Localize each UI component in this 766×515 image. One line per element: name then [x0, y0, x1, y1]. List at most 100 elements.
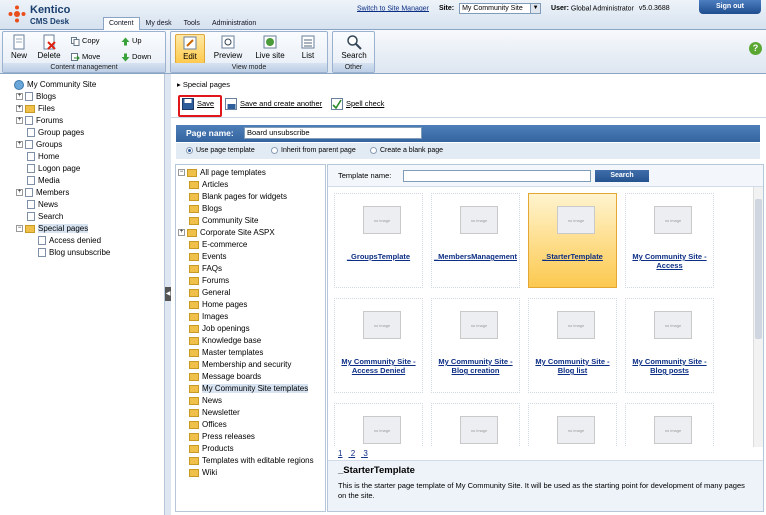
tree-item-blog-unsubscribe[interactable]: Blog unsubscribe — [38, 247, 110, 259]
category-item[interactable]: Community Site — [189, 215, 258, 227]
copy-button[interactable]: Copy — [71, 35, 100, 46]
template-name[interactable]: My Community Site - Access Denied — [335, 357, 422, 375]
template-tile[interactable]: no image My Community Site - Blog list — [528, 298, 617, 393]
page-link-2[interactable]: 2 — [351, 449, 355, 458]
spell-check-button[interactable]: Spell check — [331, 98, 384, 110]
expand-icon[interactable]: + — [16, 141, 23, 149]
category-item[interactable]: Membership and security — [189, 359, 291, 371]
category-item[interactable]: Message boards — [189, 371, 261, 383]
category-item[interactable]: Knowledge base — [189, 335, 261, 347]
tree-item-home[interactable]: Home — [27, 151, 59, 163]
tab-content[interactable]: Content — [103, 17, 140, 30]
category-item[interactable]: Events — [189, 251, 226, 263]
template-name[interactable]: My Community Site - Blog creation — [432, 357, 519, 375]
category-item[interactable]: Blogs — [189, 203, 222, 215]
save-and-create-another-button[interactable]: Save and create another — [225, 98, 322, 110]
category-item[interactable]: Job openings — [189, 323, 250, 335]
switch-site-manager-link[interactable]: Switch to Site Manager — [357, 5, 429, 12]
tree-item-access-denied[interactable]: Access denied — [38, 235, 101, 247]
category-item[interactable]: Wiki — [189, 467, 217, 479]
category-item[interactable]: Articles — [189, 179, 228, 191]
tree-item-search[interactable]: Search — [27, 211, 63, 223]
help-icon[interactable]: ? — [749, 42, 762, 55]
radio-icon[interactable] — [370, 146, 377, 154]
template-name[interactable]: _MembersManagement — [432, 252, 519, 261]
category-item[interactable]: My Community Site templates — [189, 383, 309, 395]
chevron-down-icon[interactable]: ▼ — [530, 4, 541, 13]
page-link-3[interactable]: 3 — [363, 449, 367, 458]
tree-item-group-pages[interactable]: Group pages — [27, 127, 84, 139]
category-item[interactable]: General — [189, 287, 230, 299]
sign-out-button[interactable]: Sign out — [699, 0, 761, 14]
tab-my-desk[interactable]: My desk — [140, 17, 178, 30]
template-name[interactable]: My Community Site - Blog list — [529, 357, 616, 375]
template-grid-scrollbar[interactable] — [753, 187, 763, 447]
move-button[interactable]: Move — [71, 51, 100, 62]
template-search-button[interactable]: Search — [595, 170, 649, 182]
radio-selected-icon[interactable] — [186, 146, 193, 154]
down-button[interactable]: Down — [121, 51, 151, 62]
category-item[interactable]: Press releases — [189, 431, 255, 443]
template-tile[interactable]: no image _StarterTemplate — [528, 193, 617, 288]
category-item[interactable]: Offices — [189, 419, 227, 431]
radio-inherit-from-parent[interactable]: Inherit from parent page — [271, 143, 356, 159]
tree-item-special-pages[interactable]: − Special pages — [16, 223, 89, 235]
template-name[interactable]: My Community Site - Access — [626, 252, 713, 270]
radio-create-blank-page[interactable]: Create a blank page — [370, 143, 443, 159]
category-root[interactable]: − All page templates — [178, 167, 266, 179]
breadcrumb-item[interactable]: Special pages — [183, 80, 230, 89]
page-name-input[interactable]: Board unsubscribe — [244, 127, 422, 139]
category-item[interactable]: Templates with editable regions — [189, 455, 314, 467]
tree-item-forums[interactable]: + Forums — [16, 115, 63, 127]
tab-administration[interactable]: Administration — [206, 17, 262, 30]
expand-icon[interactable]: + — [16, 105, 23, 113]
tab-tools[interactable]: Tools — [178, 17, 206, 30]
collapse-icon[interactable]: − — [178, 169, 185, 177]
template-name[interactable]: _GroupsTemplate — [335, 252, 422, 261]
template-tile[interactable]: no image — [431, 403, 520, 447]
radio-use-page-template[interactable]: Use page template — [186, 143, 255, 159]
tree-item-media[interactable]: Media — [27, 175, 60, 187]
template-tile[interactable]: no image — [625, 403, 714, 447]
site-select[interactable]: My Community Site ▼ — [459, 3, 542, 14]
template-name-input[interactable] — [403, 170, 591, 182]
preview-button[interactable]: Preview — [211, 34, 245, 64]
expand-icon[interactable]: + — [16, 117, 23, 125]
category-item[interactable]: E-commerce — [189, 239, 247, 251]
category-item[interactable]: + Corporate Site ASPX — [178, 227, 275, 239]
template-tile[interactable]: no image — [334, 403, 423, 447]
template-tile[interactable]: no image _MembersManagement — [431, 193, 520, 288]
template-tile[interactable]: no image _GroupsTemplate — [334, 193, 423, 288]
expand-icon[interactable]: + — [178, 229, 185, 237]
list-button[interactable]: List — [295, 34, 321, 64]
category-item[interactable]: FAQs — [189, 263, 222, 275]
live-site-button[interactable]: Live site — [251, 34, 289, 64]
category-item[interactable]: Master templates — [189, 347, 263, 359]
page-link-1[interactable]: 1 — [338, 449, 342, 458]
scroll-thumb[interactable] — [755, 199, 762, 339]
template-tile[interactable]: no image My Community Site - Access Denie… — [334, 298, 423, 393]
template-tile[interactable]: no image — [528, 403, 617, 447]
category-item[interactable]: Newsletter — [189, 407, 240, 419]
new-button[interactable]: New — [6, 34, 32, 64]
tree-item-news[interactable]: News — [27, 199, 58, 211]
template-tile[interactable]: no image My Community Site - Blog creatio… — [431, 298, 520, 393]
category-item[interactable]: News — [189, 395, 222, 407]
tree-item-blogs[interactable]: + Blogs — [16, 91, 56, 103]
tree-item-logon-page[interactable]: Logon page — [27, 163, 80, 175]
search-button[interactable]: Search — [336, 34, 372, 64]
template-name[interactable]: My Community Site - Blog posts — [626, 357, 713, 375]
category-item[interactable]: Blank pages for widgets — [189, 191, 287, 203]
delete-button[interactable]: Delete — [36, 34, 62, 64]
template-tile[interactable]: no image My Community Site - Access — [625, 193, 714, 288]
category-item[interactable]: Images — [189, 311, 228, 323]
collapse-icon[interactable]: − — [16, 225, 23, 233]
tree-root[interactable]: My Community Site — [14, 79, 96, 91]
up-button[interactable]: Up — [121, 35, 142, 46]
template-name[interactable]: _StarterTemplate — [529, 252, 616, 261]
category-item[interactable]: Home pages — [189, 299, 247, 311]
radio-icon[interactable] — [271, 146, 278, 154]
tree-item-files[interactable]: + Files — [16, 103, 55, 115]
category-item[interactable]: Products — [189, 443, 234, 455]
template-tile[interactable]: no image My Community Site - Blog posts — [625, 298, 714, 393]
